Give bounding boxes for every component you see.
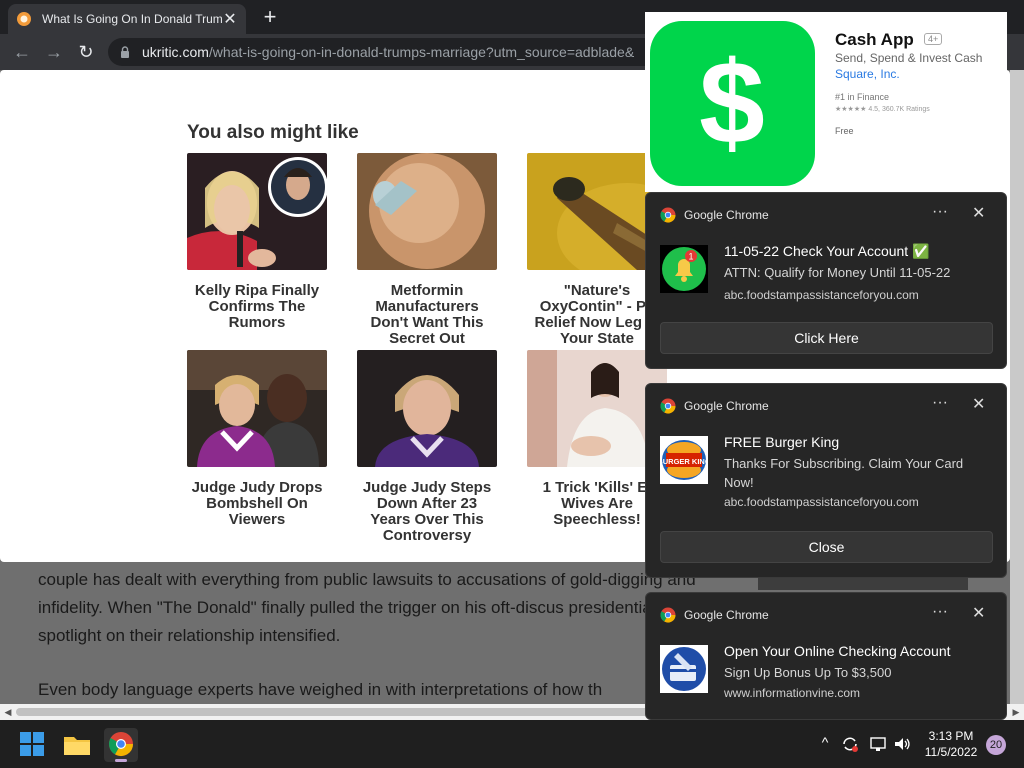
app-developer: Square, Inc.: [835, 67, 900, 81]
app-name: Cash App: [835, 30, 914, 49]
app-price: Free: [835, 126, 854, 136]
burger-king-logo-icon: BURGER KING: [660, 436, 708, 484]
card-caption: Judge Judy Steps Down After 23 Years Ove…: [362, 479, 492, 544]
app-rating: ★★★★★ 4.5, 360.7K Ratings: [835, 106, 930, 113]
bell-badge-count: 1: [688, 252, 693, 262]
notification-source: www.informationvine.com: [724, 686, 861, 700]
url-host: ukritic.com: [142, 44, 209, 60]
toast-notification[interactable]: Google Chrome ··· ✕ Open Your Online Che…: [645, 592, 1007, 720]
notification-header: Google Chrome: [660, 607, 769, 623]
notification-source: abc.foodstampassistanceforyou.com: [724, 495, 919, 509]
bell-icon: 1: [660, 245, 708, 293]
chrome-icon: [660, 207, 676, 223]
notification-app-name: Google Chrome: [684, 608, 769, 622]
recommendation-card[interactable]: Kelly Ripa Finally Confirms The Rumors: [187, 153, 328, 331]
system-clock[interactable]: 3:13 PM 11/5/2022: [918, 728, 984, 760]
card-thumbnail: [187, 350, 327, 467]
close-icon[interactable]: ✕: [972, 394, 985, 414]
tab-close-icon[interactable]: ✕: [222, 9, 238, 29]
app-subtitle: Send, Spend & Invest Cash: [835, 51, 983, 65]
lock-icon: [121, 46, 129, 58]
close-icon[interactable]: ✕: [972, 203, 985, 223]
notification-title: Open Your Online Checking Account: [724, 643, 951, 659]
back-arrow-icon[interactable]: ←: [10, 40, 34, 64]
vertical-scrollbar[interactable]: [1010, 70, 1024, 704]
notification-title: 11-05-22 Check Your Account ✅: [724, 243, 930, 259]
notification-header: Google Chrome: [660, 207, 769, 223]
cash-app-icon: $: [650, 21, 815, 186]
reload-icon[interactable]: ↻: [74, 40, 98, 64]
network-icon[interactable]: [868, 734, 888, 754]
url-path: /what-is-going-on-in-donald-trumps-marri…: [208, 44, 635, 60]
notification-source: abc.foodstampassistanceforyou.com: [724, 288, 919, 302]
url-text[interactable]: ukritic.com/what-is-going-on-in-donald-t…: [142, 44, 634, 60]
volume-icon[interactable]: [892, 734, 912, 754]
clock-time: 3:13 PM: [928, 729, 974, 743]
show-hidden-icons-icon[interactable]: ^: [815, 734, 835, 754]
notification-title: FREE Burger King: [724, 434, 840, 450]
browser-tab[interactable]: What Is Going On In Donald Trump ✕: [8, 4, 246, 34]
more-options-icon[interactable]: ···: [932, 203, 948, 221]
recommendation-card[interactable]: Metformin Manufacturers Don't Want This …: [357, 153, 497, 347]
notification-body: Sign Up Bonus Up To $3,500: [724, 665, 892, 680]
notification-app-name: Google Chrome: [684, 399, 769, 413]
clock-date: 11/5/2022: [924, 745, 978, 759]
click-here-button[interactable]: Click Here: [660, 322, 993, 354]
chrome-icon: [660, 607, 676, 623]
tab-title: What Is Going On In Donald Trump: [42, 12, 222, 26]
scrollbar-thumb[interactable]: [16, 708, 656, 716]
cash-app-glyph: $: [699, 37, 765, 169]
card-thumbnail: [357, 153, 497, 270]
notification-body: ATTN: Qualify for Money Until 11-05-22: [724, 265, 951, 280]
scroll-right-icon[interactable]: ▶: [1008, 704, 1024, 720]
card-thumbnail: [187, 153, 328, 270]
chrome-icon: [660, 398, 676, 414]
notification-body: Thanks For Subscribing. Claim Your Card …: [724, 456, 964, 490]
chrome-taskbar-icon[interactable]: [104, 728, 138, 762]
scroll-left-icon[interactable]: ◀: [0, 704, 16, 720]
notification-count-badge[interactable]: 20: [986, 735, 1006, 755]
windows-start-icon[interactable]: [16, 728, 48, 760]
file-explorer-icon[interactable]: [61, 728, 93, 760]
card-caption: Kelly Ripa Finally Confirms The Rumors: [194, 282, 320, 331]
toast-notification[interactable]: Google Chrome ··· ✕ 1 11-05-22 Check You…: [645, 192, 1007, 369]
app-rank: #1 in Finance: [835, 92, 890, 102]
recommendation-card[interactable]: Judge Judy Drops Bombshell On Viewers: [187, 350, 327, 528]
site-favicon-icon: [17, 12, 31, 26]
windows-taskbar: ^ 3:13 PM 11/5/2022 20: [0, 720, 1024, 768]
notification-header: Google Chrome: [660, 398, 769, 414]
recommendation-card[interactable]: Judge Judy Steps Down After 23 Years Ove…: [357, 350, 497, 544]
address-bar[interactable]: ukritic.com/what-is-going-on-in-donald-t…: [108, 38, 668, 66]
close-button[interactable]: Close: [660, 531, 993, 563]
more-options-icon[interactable]: ···: [932, 603, 948, 621]
close-icon[interactable]: ✕: [972, 603, 985, 623]
modal-title: You also might like: [187, 122, 359, 143]
bank-card-icon: [660, 645, 708, 693]
forward-arrow-icon[interactable]: →: [42, 40, 66, 64]
app-store-card[interactable]: $ Cash App 4+ Send, Spend & Invest Cash …: [645, 12, 1007, 192]
new-tab-button[interactable]: +: [258, 6, 282, 30]
age-rating-badge: 4+: [924, 33, 943, 45]
card-thumbnail: [357, 350, 497, 467]
card-caption: Metformin Manufacturers Don't Want This …: [370, 282, 484, 347]
sync-icon[interactable]: [840, 734, 860, 754]
more-options-icon[interactable]: ···: [932, 394, 948, 412]
toast-notification[interactable]: Google Chrome ··· ✕ BURGER KING FREE Bur…: [645, 383, 1007, 578]
burger-king-wordmark: BURGER KING: [660, 457, 708, 466]
notification-app-name: Google Chrome: [684, 208, 769, 222]
card-caption: Judge Judy Drops Bombshell On Viewers: [191, 479, 323, 528]
